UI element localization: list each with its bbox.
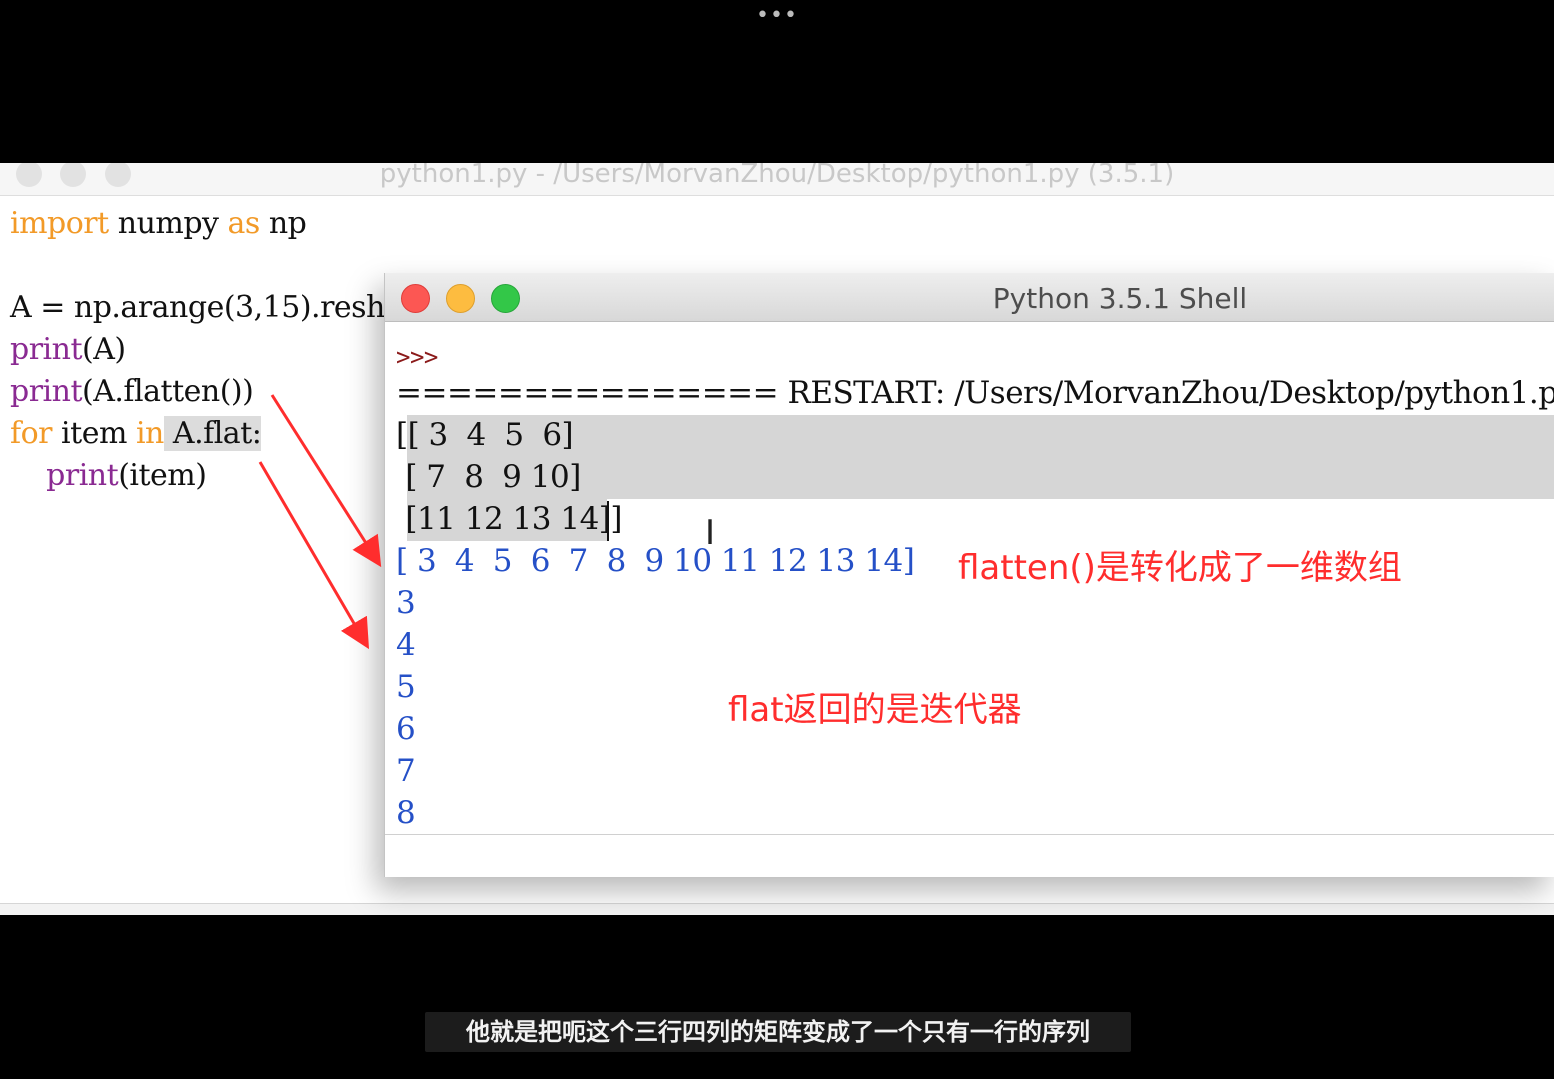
- arrow-to-flatten-output: [270, 394, 382, 568]
- arrow-to-flat-output: [258, 461, 370, 650]
- flatten-annotation: flatten()是转化成了一维数组: [958, 548, 1402, 588]
- video-subtitle: 他就是把呃这个三行四列的矩阵变成了一个只有一行的序列: [425, 1012, 1131, 1052]
- flat-annotation: flat返回的是迭代器: [728, 690, 1022, 730]
